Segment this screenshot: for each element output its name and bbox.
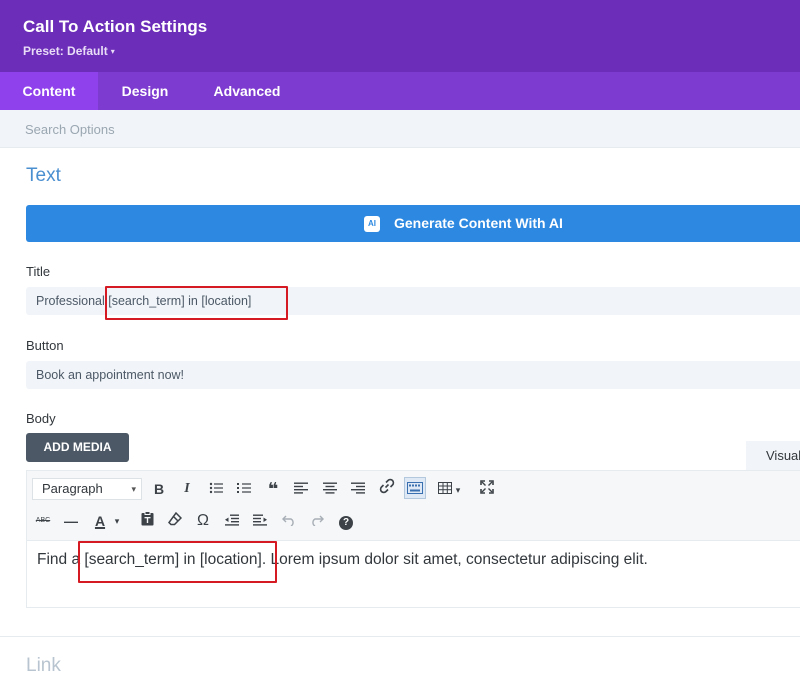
help-icon-glyph: ? xyxy=(339,516,353,530)
chevron-down-icon: ▾ xyxy=(455,485,461,495)
button-label: Button xyxy=(26,338,64,353)
link-icon[interactable] xyxy=(376,478,398,500)
tab-visual[interactable]: Visual xyxy=(746,441,800,470)
undo-icon[interactable] xyxy=(278,510,300,532)
format-select[interactable]: Paragraph ▾ xyxy=(32,478,142,500)
body-placeholder-highlight xyxy=(78,541,277,583)
modal-title: Call To Action Settings xyxy=(23,17,208,36)
ai-icon: AI xyxy=(364,216,380,232)
rich-text-editor: Paragraph ▾ B I ❝ ▾ ABC — A ▾ Ω ? Find a… xyxy=(26,470,800,608)
settings-tabs: Content Design Advanced xyxy=(0,72,800,110)
body-label: Body xyxy=(26,411,56,426)
special-character-icon[interactable]: Ω xyxy=(192,510,214,532)
add-media-button[interactable]: ADD MEDIA xyxy=(26,433,129,462)
chevron-down-icon: ▾ xyxy=(110,47,115,56)
paste-text-icon[interactable] xyxy=(136,510,158,532)
clear-formatting-icon[interactable] xyxy=(164,510,186,532)
search-input[interactable] xyxy=(25,110,785,148)
search-bar xyxy=(0,110,800,148)
format-select-value: Paragraph xyxy=(42,481,103,496)
keyboard-toolbar-toggle-icon[interactable] xyxy=(404,477,426,499)
horizontal-rule-icon[interactable]: — xyxy=(60,510,82,532)
modal-header: Call To Action Settings Preset: Default ▾ xyxy=(0,0,800,72)
indent-icon[interactable] xyxy=(249,510,271,532)
editor-toolbar: Paragraph ▾ B I ❝ ▾ ABC — A ▾ Ω ? xyxy=(27,471,800,541)
italic-icon[interactable]: I xyxy=(176,478,198,500)
tab-advanced[interactable]: Advanced xyxy=(207,72,287,110)
help-icon[interactable]: ? xyxy=(335,510,357,532)
title-placeholder-highlight xyxy=(105,286,288,320)
button-text-input[interactable] xyxy=(26,361,800,389)
chevron-down-icon: ▾ xyxy=(131,484,136,494)
tab-content[interactable]: Content xyxy=(0,72,98,110)
bold-icon[interactable]: B xyxy=(148,478,170,500)
align-right-icon[interactable] xyxy=(347,478,369,500)
section-title-text[interactable]: Text xyxy=(26,165,61,187)
preset-label: Preset: Default xyxy=(23,44,108,58)
outdent-icon[interactable] xyxy=(221,510,243,532)
align-center-icon[interactable] xyxy=(319,478,341,500)
preset-dropdown[interactable]: Preset: Default ▾ xyxy=(23,44,115,58)
section-divider xyxy=(0,636,800,637)
redo-icon[interactable] xyxy=(306,510,328,532)
title-label: Title xyxy=(26,264,51,279)
numbered-list-icon[interactable] xyxy=(233,478,255,500)
generate-ai-button[interactable]: AI Generate Content With AI xyxy=(26,205,800,242)
fullscreen-icon[interactable] xyxy=(476,478,498,500)
section-title-link[interactable]: Link xyxy=(26,655,61,674)
bullet-list-icon[interactable] xyxy=(205,478,227,500)
strikethrough-icon[interactable]: ABC xyxy=(32,510,54,532)
tab-design[interactable]: Design xyxy=(110,72,180,110)
align-left-icon[interactable] xyxy=(290,478,312,500)
chevron-down-icon[interactable]: ▾ xyxy=(111,510,123,532)
text-color-icon[interactable]: A xyxy=(89,510,111,532)
ai-button-label: Generate Content With AI xyxy=(394,215,563,231)
table-icon[interactable]: ▾ xyxy=(432,477,466,499)
blockquote-icon[interactable]: ❝ xyxy=(262,478,284,500)
